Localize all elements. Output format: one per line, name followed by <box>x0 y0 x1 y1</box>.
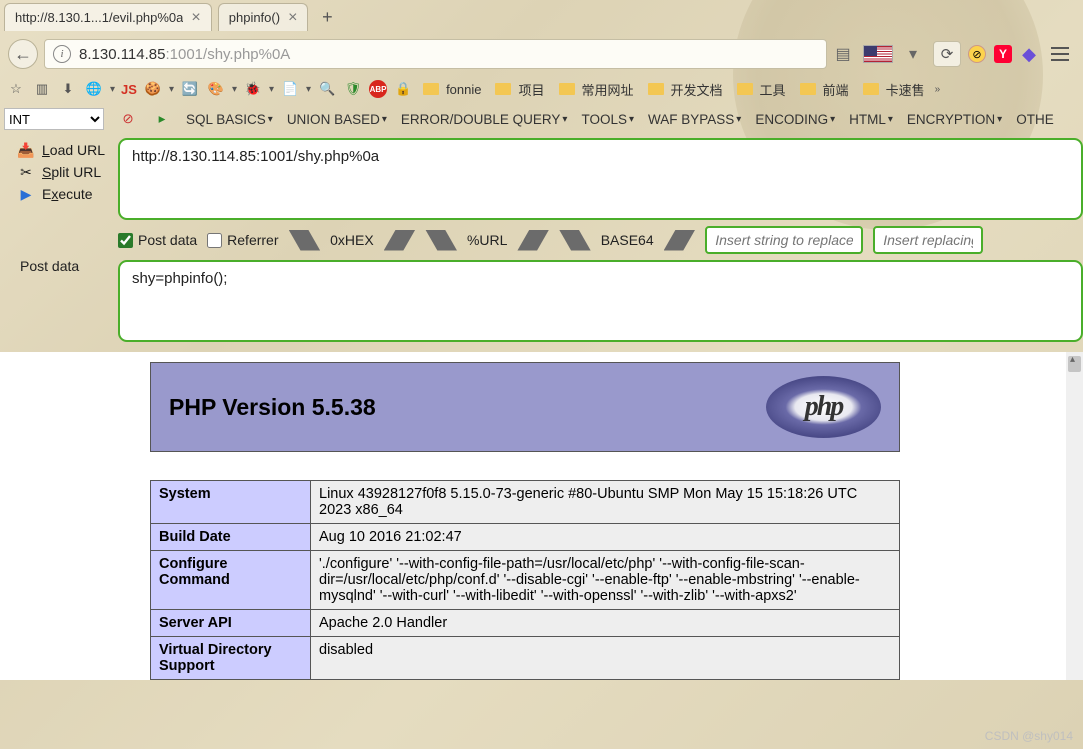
table-row: Build DateAug 10 2016 21:02:47 <box>151 524 900 551</box>
php-version-title: PHP Version 5.5.38 <box>169 394 376 421</box>
play-icon[interactable]: ▸ <box>152 109 172 129</box>
lock-icon[interactable]: 🔒 <box>393 79 413 99</box>
menu-wafbypass[interactable]: WAF BYPASS▾ <box>648 112 741 127</box>
menu-errorquery[interactable]: ERROR/DOUBLE QUERY▾ <box>401 112 568 127</box>
cookie-icon[interactable]: 🍪 <box>143 79 163 99</box>
new-tab-button[interactable]: + <box>314 4 340 30</box>
hackbar-options: Post data Referrer 0xHEX %URL BASE64 <box>118 226 1083 254</box>
menu-tools[interactable]: TOOLS▾ <box>581 112 634 127</box>
tab-0[interactable]: http://8.130.1...1/evil.php%0a × <box>4 3 212 31</box>
bookmark-kasushou[interactable]: 卡速售 <box>859 80 929 99</box>
back-button[interactable]: ← <box>8 39 38 69</box>
bookmark-tools[interactable]: 工具 <box>733 80 790 99</box>
ruler-icon[interactable]: 📄 <box>280 79 300 99</box>
overflow-icon[interactable]: » <box>935 84 941 95</box>
menu-sqlbasics[interactable]: SQL BASICS▾ <box>186 112 273 127</box>
split-icon: ✂ <box>18 164 34 180</box>
hackbar-side: 📥 Load URL ✂ Split URL ▶ Execute Post da… <box>0 134 118 352</box>
replace-from-input[interactable] <box>705 226 863 254</box>
abp-icon[interactable]: ABP <box>369 80 387 98</box>
hex-left-button[interactable] <box>289 230 321 251</box>
table-row: SystemLinux 43928127f0f8 5.15.0-73-gener… <box>151 481 900 524</box>
php-banner: PHP Version 5.5.38 php <box>150 362 900 452</box>
b64-left-button[interactable] <box>559 230 591 251</box>
b64-right-button[interactable] <box>664 230 696 251</box>
bookmark-project[interactable]: 项目 <box>491 80 548 99</box>
execute-icon: ▶ <box>18 186 34 202</box>
star-icon[interactable]: ☆ <box>6 79 26 99</box>
load-url-button[interactable]: 📥 Load URL <box>18 142 112 158</box>
post-data-label: Post data <box>18 252 112 274</box>
bookmarks-bar: ☆ ▥ ⬇ 🌐 ▾ JS 🍪▾ 🔄 🎨▾ 🐞▾ 📄▾ 🔍 🛡 ABP 🔒 fon… <box>0 74 1083 104</box>
bookmark-frontend[interactable]: 前端 <box>796 80 853 99</box>
shield-icon[interactable]: 🛡 <box>343 79 363 99</box>
globe-icon[interactable]: 🌐 <box>84 79 104 99</box>
encoding-select[interactable]: INT <box>4 108 104 130</box>
url-bar[interactable]: i 8.130.114.85:1001/shy.php%0A <box>44 39 827 69</box>
watermark: CSDN @shy014 <box>985 729 1073 743</box>
tab-1[interactable]: phpinfo() × <box>218 3 309 31</box>
hex-label: 0xHEX <box>330 232 374 248</box>
info-icon[interactable]: i <box>53 45 71 63</box>
menu-unionbased[interactable]: UNION BASED▾ <box>287 112 387 127</box>
magnifier-icon[interactable]: 🔍 <box>317 79 337 99</box>
tab-title: phpinfo() <box>229 10 280 25</box>
menu-html[interactable]: HTML▾ <box>849 112 893 127</box>
hackbar-body: 📥 Load URL ✂ Split URL ▶ Execute Post da… <box>0 134 1083 352</box>
tab-title: http://8.130.1...1/evil.php%0a <box>15 10 183 25</box>
table-row: Virtual Directory Supportdisabled <box>151 637 900 680</box>
close-icon[interactable]: × <box>191 10 200 26</box>
switch-icon[interactable]: 🔄 <box>180 79 200 99</box>
menu-button[interactable] <box>1045 39 1075 69</box>
url-textarea[interactable] <box>118 138 1083 220</box>
postdata-checkbox[interactable]: Post data <box>118 232 197 248</box>
menu-encryption[interactable]: ENCRYPTION▾ <box>907 112 1002 127</box>
flag-us-icon[interactable] <box>863 45 893 63</box>
postdata-textarea[interactable] <box>118 260 1083 342</box>
scrollbar[interactable] <box>1066 352 1083 680</box>
cancel-icon[interactable]: ⊘ <box>118 109 138 129</box>
execute-button[interactable]: ▶ Execute <box>18 186 112 202</box>
download-icon[interactable]: ⬇ <box>58 79 78 99</box>
reader-icon[interactable]: ▤ <box>833 44 853 64</box>
load-icon: 📥 <box>18 142 34 158</box>
phpinfo-table: SystemLinux 43928127f0f8 5.15.0-73-gener… <box>150 480 900 680</box>
ext-noscript-icon[interactable]: ⊘ <box>967 44 987 64</box>
bookmark-fonnie[interactable]: fonnie <box>419 82 485 97</box>
table-row: Configure Command'./configure' '--with-c… <box>151 551 900 610</box>
urlenc-label: %URL <box>467 232 507 248</box>
url-left-button[interactable] <box>425 230 457 251</box>
ext-yandex-icon[interactable]: Y <box>993 44 1013 64</box>
reload-button[interactable]: ⟳ <box>933 41 961 67</box>
menu-other[interactable]: OTHE <box>1016 112 1054 127</box>
ext-purple-icon[interactable]: ◆ <box>1019 44 1039 64</box>
clipboard-icon[interactable]: ▥ <box>32 79 52 99</box>
bookmark-common[interactable]: 常用网址 <box>555 80 638 99</box>
bookmark-devdocs[interactable]: 开发文档 <box>644 80 727 99</box>
b64-label: BASE64 <box>601 232 654 248</box>
palette-icon[interactable]: 🎨 <box>206 79 226 99</box>
hackbar-menu: INT ⊘ ▸ SQL BASICS▾ UNION BASED▾ ERROR/D… <box>0 104 1083 134</box>
bug-icon[interactable]: 🐞 <box>243 79 263 99</box>
url-text: 8.130.114.85:1001/shy.php%0A <box>79 46 290 63</box>
hex-right-button[interactable] <box>384 230 416 251</box>
close-icon[interactable]: × <box>288 10 297 26</box>
page-content: PHP Version 5.5.38 php SystemLinux 43928… <box>0 352 1083 680</box>
js-icon[interactable]: JS <box>121 82 137 97</box>
php-logo: php <box>766 376 881 438</box>
url-right-button[interactable] <box>517 230 549 251</box>
dropdown-icon[interactable]: ▾ <box>903 44 923 64</box>
menu-encoding[interactable]: ENCODING▾ <box>755 112 835 127</box>
url-bar-row: ← i 8.130.114.85:1001/shy.php%0A ▤ ▾ ⟳ ⊘… <box>0 34 1083 74</box>
referrer-checkbox[interactable]: Referrer <box>207 232 278 248</box>
table-row: Server APIApache 2.0 Handler <box>151 610 900 637</box>
replace-to-input[interactable] <box>873 226 983 254</box>
browser-tabs: http://8.130.1...1/evil.php%0a × phpinfo… <box>0 0 1083 34</box>
split-url-button[interactable]: ✂ Split URL <box>18 164 112 180</box>
